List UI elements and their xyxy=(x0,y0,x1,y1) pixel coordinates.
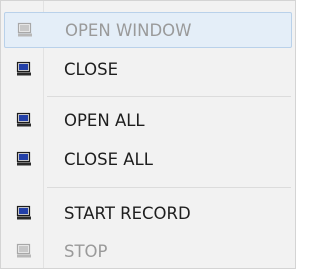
menu-item-open-window[interactable]: OPEN WINDOW xyxy=(4,12,292,48)
context-menu: OPEN WINDOW CLOSE OPEN ALL CLOSE ALL STA… xyxy=(0,0,296,269)
menu-separator xyxy=(47,96,291,97)
menu-item-start-record[interactable]: START RECORD xyxy=(4,195,292,231)
menu-item-close[interactable]: CLOSE xyxy=(4,51,292,87)
menu-separator xyxy=(47,187,291,188)
menu-item-label: CLOSE ALL xyxy=(64,149,153,169)
monitor-icon xyxy=(4,151,44,167)
menu-item-open-all[interactable]: OPEN ALL xyxy=(4,102,292,138)
monitor-icon xyxy=(4,61,44,77)
menu-item-label: OPEN ALL xyxy=(64,110,145,130)
menu-item-close-all[interactable]: CLOSE ALL xyxy=(4,141,292,177)
menu-item-label: START RECORD xyxy=(64,203,191,223)
monitor-icon xyxy=(4,243,44,259)
menu-item-stop[interactable]: STOP xyxy=(4,233,292,268)
monitor-icon xyxy=(4,112,44,128)
menu-item-label: OPEN WINDOW xyxy=(65,20,192,40)
menu-item-label: STOP xyxy=(64,241,108,261)
monitor-icon xyxy=(4,205,44,221)
monitor-icon xyxy=(5,22,45,38)
menu-item-label: CLOSE xyxy=(64,59,119,79)
